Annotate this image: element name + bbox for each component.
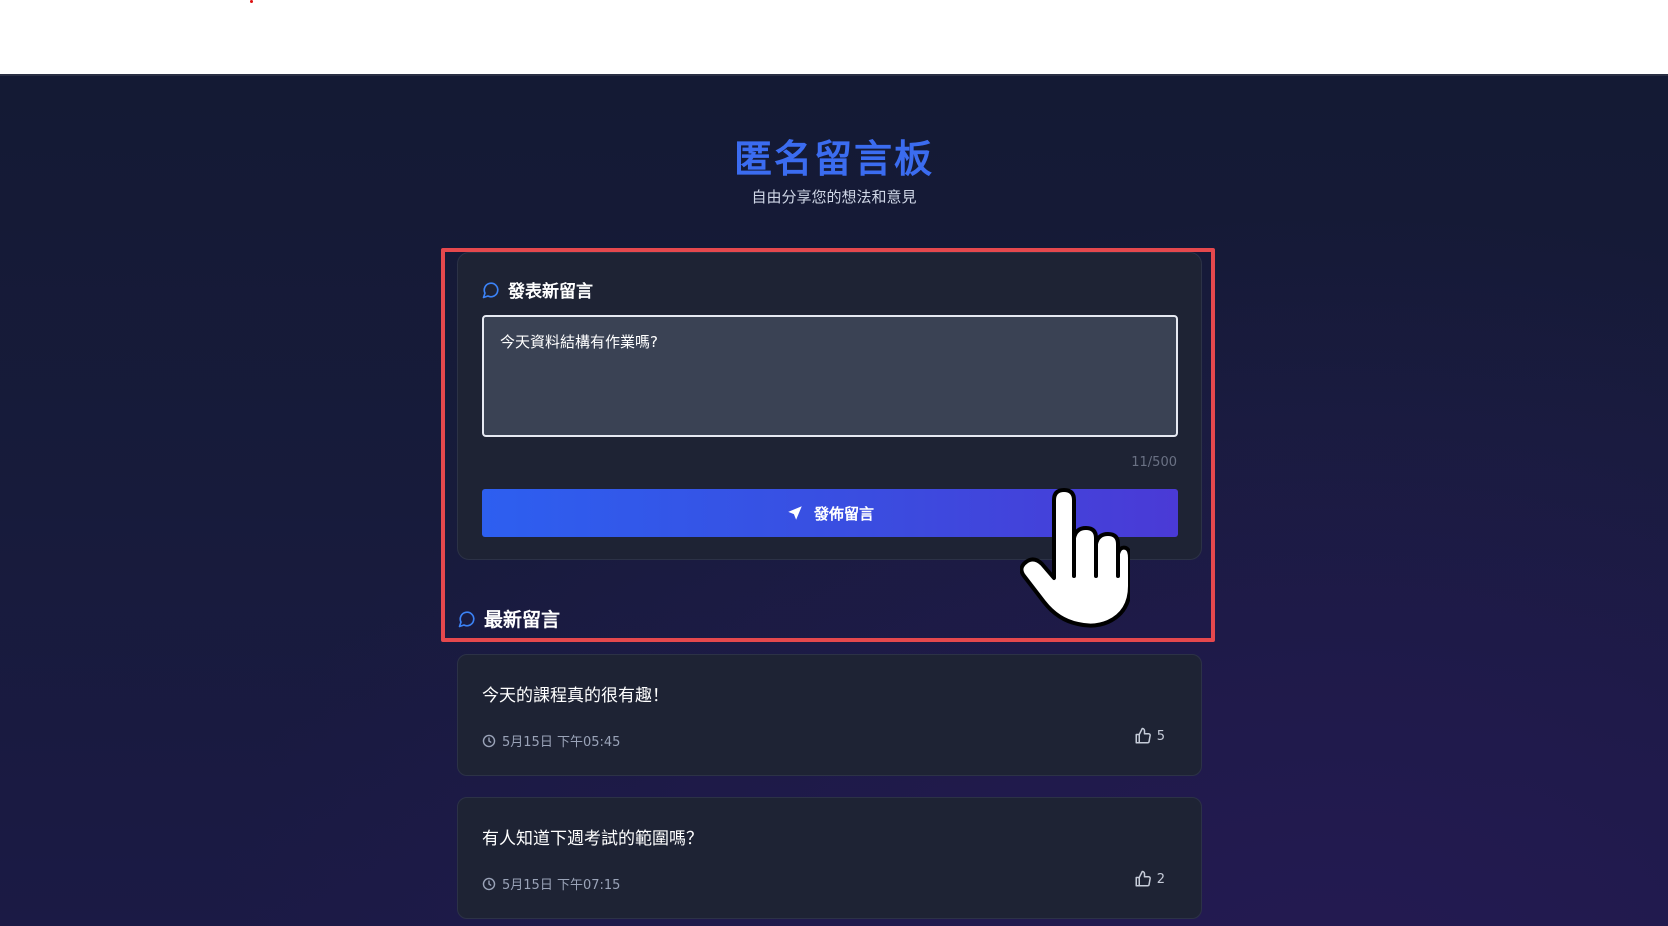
like-count: 2 xyxy=(1156,871,1165,887)
message-card: 有人知道下週考試的範圍嗎？ 5月15日 下午07:15 2 xyxy=(457,797,1202,919)
like-button[interactable]: 5 xyxy=(1134,727,1165,745)
red-dot xyxy=(250,0,253,3)
browser-top-area xyxy=(0,0,1668,74)
message-card: 今天的課程真的很有趣！ 5月15日 下午05:45 5 xyxy=(457,654,1202,776)
like-count: 5 xyxy=(1156,728,1165,744)
page-subtitle: 自由分享您的想法和意見 xyxy=(751,188,917,206)
hand-pointer-cursor xyxy=(1019,488,1132,628)
message-meta: 5月15日 下午05:45 xyxy=(482,731,620,750)
page-title: 匿名留言板 xyxy=(733,137,934,181)
thumbs-up-icon xyxy=(1134,727,1152,745)
message-time: 5月15日 下午05:45 xyxy=(502,735,621,750)
message-meta: 5月15日 下午07:15 xyxy=(482,874,620,893)
thumbs-up-icon xyxy=(1134,870,1152,888)
like-button[interactable]: 2 xyxy=(1134,870,1165,888)
message-text: 今天的課程真的很有趣！ xyxy=(482,686,669,706)
clock-icon xyxy=(482,734,496,748)
clock-icon xyxy=(482,877,496,891)
message-time: 5月15日 下午07:15 xyxy=(502,878,621,893)
message-text: 有人知道下週考試的範圍嗎？ xyxy=(482,829,703,849)
